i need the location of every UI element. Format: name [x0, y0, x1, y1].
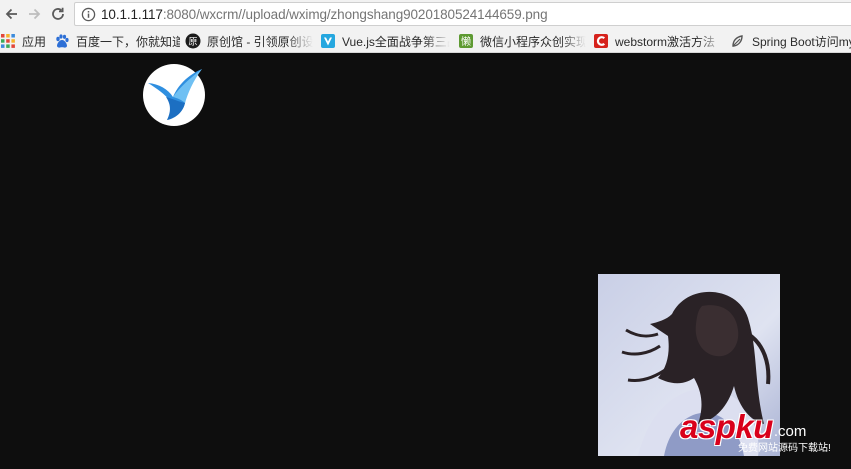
url-host: 10.1.1.117 [101, 7, 163, 22]
bookmark-label: Spring Boot访问my [752, 34, 851, 49]
yuanchuang-icon: 原 [185, 33, 201, 49]
bookmark-label: 原创馆 - 引领原创设计 [207, 34, 313, 49]
bookmark-label: 百度一下，你就知道 [76, 34, 180, 49]
bookmark-webstorm[interactable]: webstorm激活方法 [593, 29, 723, 53]
bookmark-weixin[interactable]: 懒 微信小程序众创实现 [458, 29, 586, 53]
bookmark-spring-boot[interactable]: Spring Boot访问my [730, 29, 851, 53]
info-icon[interactable] [81, 7, 96, 22]
bookmark-label: Vue.js全面战争第三战 [342, 34, 450, 49]
weixin-app-icon: 懒 [458, 33, 474, 49]
baidu-paw-icon [54, 33, 70, 49]
reload-button[interactable] [48, 4, 68, 24]
bookmark-baidu[interactable]: 百度一下，你就知道 [54, 29, 180, 53]
apps-grid-icon [0, 33, 16, 49]
watermark-main-text: aspku [680, 408, 773, 445]
spring-leaf-icon [730, 33, 746, 49]
bookmark-yuanchuang[interactable]: 原 原创馆 - 引领原创设计 [185, 29, 313, 53]
watermark-tld-text: .com [773, 423, 807, 440]
csdn-c-icon [593, 33, 609, 49]
page-content: aspku .com 免费网站源码下载站! [0, 54, 851, 469]
watermark-tagline: 免费网站源码下载站! [738, 443, 831, 454]
forward-arrow-icon [29, 8, 41, 20]
bookmarks-bar: 应用 百度一下，你就知道 原 原创馆 - 引领原创设计 [0, 29, 851, 53]
vue-bookmark-icon [320, 33, 336, 49]
bird-logo-icon [143, 64, 205, 126]
aspku-watermark: aspku .com 免费网站源码下载站! [680, 410, 831, 455]
url-path: :8080/wxcrm//upload/wximg/zhongshang9020… [162, 7, 548, 22]
bookmark-vue[interactable]: Vue.js全面战争第三战 [320, 29, 450, 53]
forward-button[interactable] [24, 4, 44, 24]
svg-text:原: 原 [188, 37, 197, 48]
bookmark-apps[interactable]: 应用 [0, 29, 50, 53]
reload-icon [52, 7, 64, 20]
back-arrow-icon [5, 8, 17, 20]
bookmark-label: 应用 [22, 34, 47, 49]
url-text: 10.1.1.117:8080/wxcrm//upload/wximg/zhon… [101, 7, 548, 23]
browser-toolbar: 10.1.1.117:8080/wxcrm//upload/wximg/zhon… [0, 0, 851, 29]
watermark-logo: aspku .com [680, 410, 831, 444]
address-bar[interactable]: 10.1.1.117:8080/wxcrm//upload/wximg/zhon… [74, 2, 851, 26]
bookmark-label: webstorm激活方法 [615, 34, 716, 49]
bookmark-label: 微信小程序众创实现 [480, 34, 586, 49]
svg-text:懒: 懒 [461, 35, 471, 48]
back-button[interactable] [2, 4, 22, 24]
